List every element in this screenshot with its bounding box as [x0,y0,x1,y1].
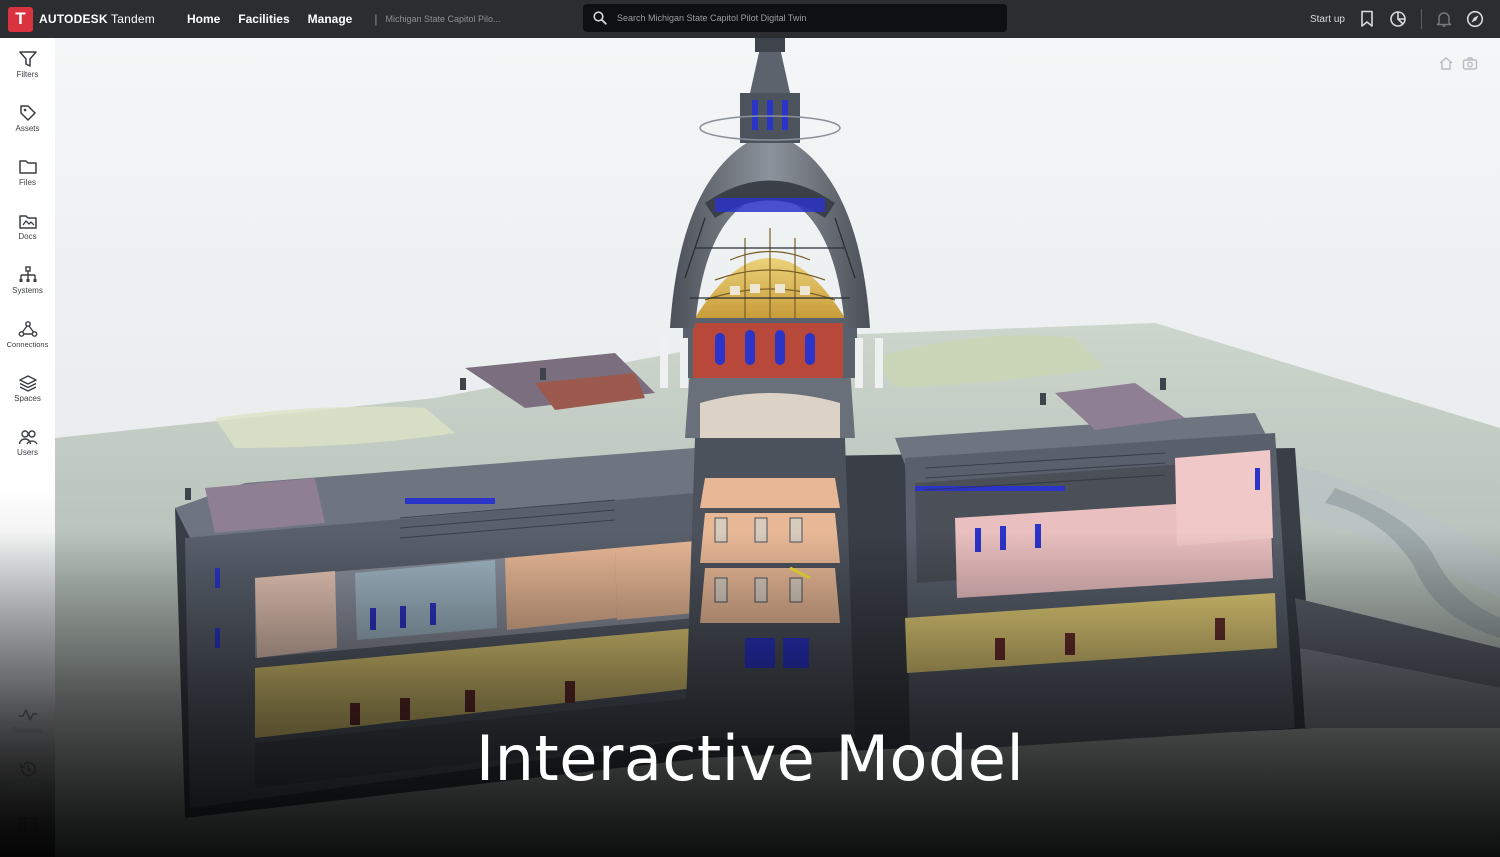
compass-icon[interactable] [1466,10,1484,28]
nav-home[interactable]: Home [187,12,220,26]
nav-facilities[interactable]: Facilities [238,12,289,26]
sidebar-item-label: Files [19,178,36,187]
sidebar-item-label: Filters [16,70,39,79]
panel-toggle-icon [18,817,37,831]
search-box[interactable] [583,4,1007,32]
sidebar-item-collapse[interactable] [0,816,55,832]
dashboard-chart-icon[interactable] [1389,10,1407,28]
tag-icon [19,105,36,121]
search-input[interactable] [615,12,999,24]
bookmark-icon[interactable] [1359,10,1375,28]
camera-icon[interactable] [1462,56,1478,70]
sidebar-item-files[interactable]: Files [0,158,55,187]
sidebar-item-label: Docs [18,232,37,241]
sidebar-item-label: Users [17,448,38,457]
toolbar-divider [1421,9,1422,29]
bell-icon[interactable] [1436,10,1452,28]
viewport-tools [1438,56,1478,70]
search-icon [593,11,607,25]
brand-bold: AUTODESK [39,12,108,26]
sidebar-item-users[interactable]: Users [0,428,55,457]
nav-manage[interactable]: Manage [308,12,353,26]
connections-icon [18,321,37,337]
logo-letter: T [15,9,26,28]
sidebar-item-spaces[interactable]: Spaces [0,374,55,403]
breadcrumb-facility[interactable]: Michigan State Capitol Pilo... [385,14,500,24]
folder-icon [18,160,37,174]
hierarchy-icon [19,266,36,282]
sidebar-item-systems[interactable]: Systems [0,266,55,295]
sidebar-item-label: Spaces [14,394,41,403]
layers-icon [18,375,37,392]
top-bar: T AUTODESK Tandem Home Facilities Manage… [0,0,1500,38]
sidebar-item-connections[interactable]: Connections [0,320,55,349]
startup-button[interactable]: Start up [1310,14,1345,25]
top-right-controls: Start up [1310,0,1484,38]
brand-name: AUTODESK Tandem [39,12,155,26]
docs-icon [18,215,37,229]
sidebar-item-label: Assets [15,124,40,133]
users-icon [18,430,38,445]
brand-rest: Tandem [107,12,155,26]
filter-icon [18,51,37,67]
home-view-icon[interactable] [1438,56,1454,70]
tandem-logo[interactable]: T [8,6,33,32]
main-nav: Home Facilities Manage [187,12,352,26]
caption-title: Interactive Model [475,722,1025,795]
sidebar-item-filters[interactable]: Filters [0,50,55,79]
sidebar-item-label: Connections [6,340,49,349]
sidebar-item-assets[interactable]: Assets [0,104,55,133]
sidebar-item-docs[interactable]: Docs [0,212,55,241]
sidebar-item-label: Systems [12,286,43,295]
breadcrumb-divider: | [374,12,378,26]
